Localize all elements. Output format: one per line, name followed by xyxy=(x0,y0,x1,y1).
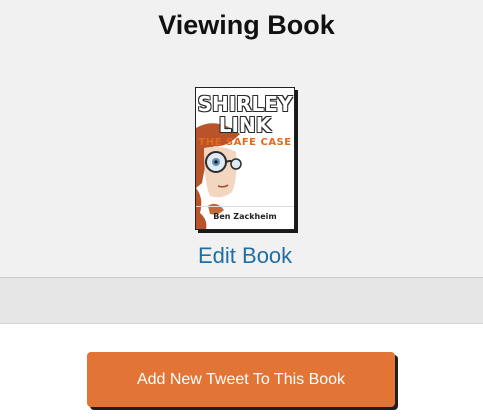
book-panel: Viewing Book SHIRLEY LINK THE SAFE CASE … xyxy=(0,0,483,277)
cover-subtitle: THE SAFE CASE xyxy=(198,137,292,148)
gray-separator-bar xyxy=(0,278,483,324)
book-cover-image: SHIRLEY LINK THE SAFE CASE Ben Zackheim xyxy=(195,87,295,230)
add-new-tweet-button[interactable]: Add New Tweet To This Book xyxy=(87,352,395,407)
cover-author: Ben Zackheim xyxy=(213,212,277,221)
cover-title-line2: LINK xyxy=(218,113,272,137)
page-title: Viewing Book xyxy=(158,10,335,40)
edit-book-link[interactable]: Edit Book xyxy=(198,243,292,269)
